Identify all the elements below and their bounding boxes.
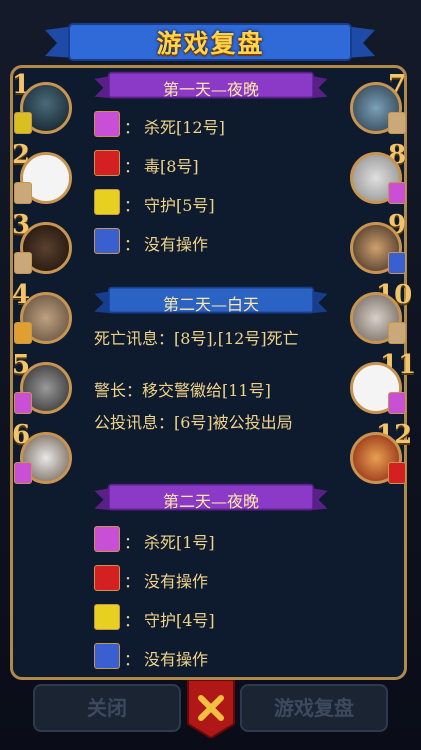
action-text: 守护[4号] xyxy=(144,611,215,630)
colon: ： xyxy=(124,235,141,254)
colon: ： xyxy=(124,196,141,215)
close-tab-button[interactable]: 关闭 xyxy=(33,684,181,732)
guard-badge-icon xyxy=(14,112,32,134)
seer-badge-icon xyxy=(388,252,406,274)
action-text: 守护[5号] xyxy=(144,196,215,215)
seer-eye-icon xyxy=(94,228,120,254)
colon: ： xyxy=(124,118,141,137)
wolf-claw-icon xyxy=(94,111,120,137)
villager-badge-icon xyxy=(388,112,406,134)
sheriff-info: 警长：移交警徽给[11号] xyxy=(94,381,271,400)
action-text: 没有操作 xyxy=(144,650,209,669)
action-text: 没有操作 xyxy=(144,572,209,591)
action-text: 没有操作 xyxy=(144,235,209,254)
wolf-claw-icon xyxy=(94,526,120,552)
close-button[interactable] xyxy=(186,680,236,738)
colon: ： xyxy=(124,611,141,630)
colon: ： xyxy=(124,533,141,552)
villager-badge-icon xyxy=(14,252,32,274)
wolf-badge-icon xyxy=(388,392,406,414)
wolf-badge-icon xyxy=(14,392,32,414)
action-text: 毒[8号] xyxy=(144,157,199,176)
seer-eye-icon xyxy=(94,643,120,669)
sheriff-badge-icon xyxy=(14,322,32,344)
guard-shield-icon xyxy=(94,604,120,630)
page-title: 游戏复盘 xyxy=(156,29,265,58)
action-text: 杀死[12号] xyxy=(144,118,225,137)
section-title: 第二天—夜晚 xyxy=(162,492,259,511)
witch-badge-icon xyxy=(388,462,406,484)
colon: ： xyxy=(124,650,141,669)
villager-badge-icon xyxy=(14,182,32,204)
guard-shield-icon xyxy=(94,189,120,215)
section-title: 第二天—白天 xyxy=(162,295,259,314)
wolf-badge-icon xyxy=(14,462,32,484)
section-title: 第一天—夜晚 xyxy=(162,80,259,99)
wolf-badge-icon xyxy=(388,182,406,204)
vote-info: 公投讯息：[6号]被公投出局 xyxy=(94,413,293,432)
colon: ： xyxy=(124,157,141,176)
villager-badge-icon xyxy=(388,322,406,344)
game-review-tab-button[interactable]: 游戏复盘 xyxy=(240,684,388,732)
death-info: 死亡讯息：[8号],[12号]死亡 xyxy=(94,329,299,348)
poison-icon xyxy=(94,565,120,591)
review-panel xyxy=(10,65,407,680)
poison-icon xyxy=(94,150,120,176)
colon: ： xyxy=(124,572,141,591)
action-text: 杀死[1号] xyxy=(144,533,215,552)
